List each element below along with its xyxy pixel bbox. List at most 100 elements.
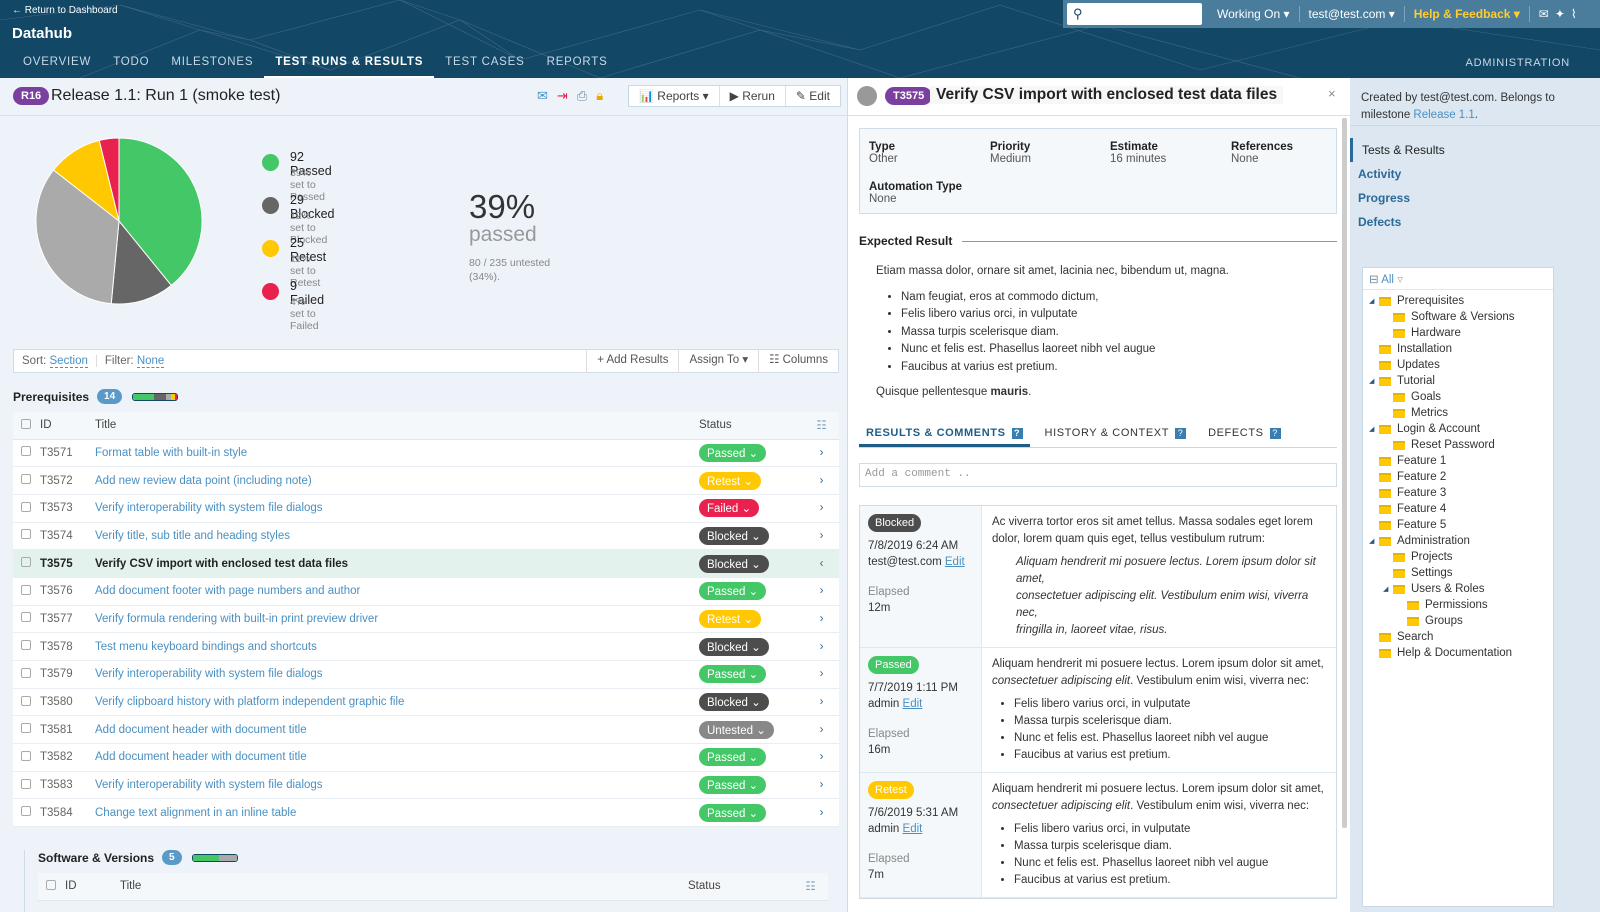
select-all-checkbox[interactable] <box>46 879 56 890</box>
tree-node[interactable]: Feature 1 <box>1363 453 1553 469</box>
user-menu-dropdown[interactable]: test@test.com ▾ <box>1300 6 1405 22</box>
sidebar-item-activity[interactable]: Activity <box>1350 162 1600 186</box>
tree-node[interactable]: Feature 3 <box>1363 485 1553 501</box>
edit-result-link[interactable]: Edit <box>945 556 965 568</box>
row-checkbox[interactable] <box>21 446 31 457</box>
row-checkbox[interactable] <box>21 806 31 817</box>
tree-node[interactable]: Help & Documentation <box>1363 645 1553 661</box>
tree-node[interactable]: Permissions <box>1363 597 1553 613</box>
col-status[interactable]: Status <box>699 412 804 440</box>
tab-test-runs-results[interactable]: TEST RUNS & RESULTS <box>264 52 435 78</box>
row-checkbox[interactable] <box>21 584 31 595</box>
status-circle-icon[interactable] <box>857 86 877 106</box>
search-input[interactable]: ⚲ <box>1067 3 1202 25</box>
tree-node[interactable]: Settings <box>1363 565 1553 581</box>
test-title-link[interactable]: Add document header with document title <box>95 743 699 772</box>
column-settings-icon[interactable]: ☷ <box>804 412 839 440</box>
expand-triangle-icon[interactable]: ◢ <box>1369 425 1379 433</box>
tree-filter[interactable]: ⊟ All ▿ <box>1363 268 1553 290</box>
tree-node[interactable]: Reset Password <box>1363 437 1553 453</box>
tab-history-context[interactable]: HISTORY & CONTEXT? <box>1038 427 1194 447</box>
expand-triangle-icon[interactable]: ◢ <box>1369 377 1379 385</box>
test-title-link[interactable]: Verify interoperability with system file… <box>95 660 699 689</box>
close-icon[interactable]: × <box>1328 86 1336 101</box>
mail-icon[interactable]: ✉ <box>1539 7 1555 21</box>
working-on-dropdown[interactable]: Working On ▾ <box>1208 6 1300 22</box>
tab-administration[interactable]: ADMINISTRATION <box>1466 57 1571 69</box>
sidebar-item-progress[interactable]: Progress <box>1350 186 1600 210</box>
row-checkbox[interactable] <box>21 695 31 706</box>
table-row[interactable]: T3578 Test menu keyboard bindings and sh… <box>13 632 839 661</box>
print-icon[interactable]: ⎙ <box>577 88 587 104</box>
tree-node[interactable]: ◢ Users & Roles <box>1363 581 1553 597</box>
sidebar-item-tests-results[interactable]: Tests & Results <box>1350 138 1600 162</box>
status-dropdown[interactable]: Retest ⌄ <box>699 471 762 490</box>
tab-test-cases[interactable]: TEST CASES <box>434 52 535 78</box>
tree-node[interactable]: Search <box>1363 629 1553 645</box>
test-title-link[interactable]: Add document footer with page numbers an… <box>95 577 699 606</box>
test-title-link[interactable]: Format table with built-in style <box>95 439 699 468</box>
table-row[interactable]: T3581 Add document header with document … <box>13 715 839 745</box>
select-all-checkbox[interactable] <box>21 418 31 429</box>
chevron-right-icon[interactable]: › <box>804 577 839 606</box>
add-results-button[interactable]: + Add Results <box>586 349 678 373</box>
table-row[interactable]: T3583 Verify interoperability with syste… <box>13 771 839 800</box>
table-row[interactable]: T3577 Verify formula rendering with buil… <box>13 605 839 634</box>
tree-filter-all[interactable]: All <box>1381 274 1394 286</box>
tree-node[interactable]: Feature 2 <box>1363 469 1553 485</box>
milestone-link[interactable]: Release 1.1 <box>1413 109 1474 121</box>
status-dropdown[interactable]: Blocked ⌄ <box>699 554 769 573</box>
chevron-right-icon[interactable]: › <box>804 439 839 468</box>
status-dropdown[interactable]: Passed ⌄ <box>699 582 767 601</box>
tree-node[interactable]: ◢ Tutorial <box>1363 373 1553 389</box>
table-row[interactable]: T3580 Verify clipboard history with plat… <box>13 688 839 717</box>
chevron-right-icon[interactable]: › <box>804 688 839 717</box>
help-feedback-dropdown[interactable]: Help & Feedback ▾ <box>1405 6 1530 22</box>
chevron-right-icon[interactable]: › <box>804 660 839 689</box>
table-row[interactable]: T3575 Verify CSV import with enclosed te… <box>13 549 839 578</box>
status-dropdown[interactable]: Retest ⌄ <box>699 609 762 628</box>
row-checkbox[interactable] <box>21 750 31 761</box>
test-title-link[interactable]: Verify formula rendering with built-in p… <box>95 605 699 634</box>
rss-icon[interactable]: ⌇ <box>1571 7 1583 21</box>
col-id[interactable]: ID <box>40 412 95 440</box>
export-icon[interactable]: ⇥ <box>557 88 568 104</box>
tab-results-comments[interactable]: RESULTS & COMMENTS? <box>859 427 1030 447</box>
lock-icon[interactable]: 🔒︎ <box>596 88 603 104</box>
table-row[interactable]: T3571 Format table with built-in style P… <box>13 439 839 468</box>
row-checkbox[interactable] <box>21 474 31 485</box>
chevron-right-icon[interactable]: › <box>804 632 839 661</box>
assign-to-button[interactable]: Assign To ▾ <box>678 349 758 373</box>
chevron-left-icon[interactable]: ‹ <box>804 549 839 578</box>
col-title[interactable]: Title <box>120 873 688 901</box>
tree-node[interactable]: Hardware <box>1363 325 1553 341</box>
tree-node[interactable]: ◢ Prerequisites <box>1363 293 1553 309</box>
table-row[interactable]: T3579 Verify interoperability with syste… <box>13 660 839 689</box>
sort-link[interactable]: Section <box>49 355 88 368</box>
edit-button[interactable]: ✎ Edit <box>786 86 840 106</box>
tree-node[interactable]: Feature 4 <box>1363 501 1553 517</box>
tab-overview[interactable]: OVERVIEW <box>12 52 102 78</box>
test-title-link[interactable]: Change text alignment in an inline table <box>95 798 699 828</box>
tree-node[interactable]: Software & Versions <box>1363 309 1553 325</box>
tree-node[interactable]: Goals <box>1363 389 1553 405</box>
help-icon[interactable]: ? <box>1175 428 1187 439</box>
tree-node[interactable]: Updates <box>1363 357 1553 373</box>
status-dropdown[interactable]: Failed ⌄ <box>699 499 760 518</box>
help-icon[interactable]: ? <box>1269 428 1281 439</box>
row-checkbox[interactable] <box>21 529 31 540</box>
test-title-link[interactable]: Verify title, sub title and heading styl… <box>95 522 699 551</box>
col-status[interactable]: Status <box>688 873 793 901</box>
comment-input[interactable]: Add a comment .. <box>859 463 1337 487</box>
row-checkbox[interactable] <box>21 501 31 512</box>
chevron-right-icon[interactable]: › <box>804 522 839 551</box>
table-row[interactable]: T3576 Add document footer with page numb… <box>13 577 839 606</box>
tree-node[interactable]: Projects <box>1363 549 1553 565</box>
row-checkbox[interactable] <box>21 667 31 678</box>
chevron-right-icon[interactable]: › <box>804 715 839 745</box>
expand-triangle-icon[interactable]: ◢ <box>1369 297 1379 305</box>
reports-button[interactable]: 📊 Reports ▾ <box>629 86 720 106</box>
tab-reports[interactable]: REPORTS <box>536 52 619 78</box>
row-checkbox[interactable] <box>21 723 31 734</box>
chevron-right-icon[interactable]: › <box>804 605 839 634</box>
